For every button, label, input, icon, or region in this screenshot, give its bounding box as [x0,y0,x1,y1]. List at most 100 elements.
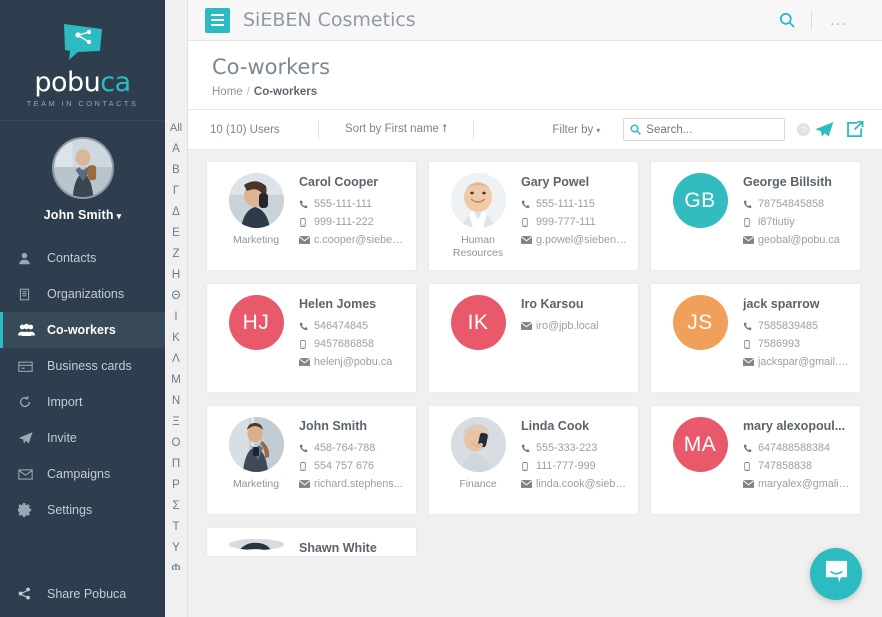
card-details: Linda Cook 555-333-223 111-777-999 linda… [514,417,628,514]
user-profile[interactable]: John Smith ▾ [0,120,165,236]
alphabet-item[interactable]: T [172,517,179,538]
sidebar-item-business-cards[interactable]: Business cards [0,348,165,384]
avatar-initials: IK [467,310,489,334]
search-box[interactable] [623,118,786,141]
alphabet-item[interactable]: Λ [172,349,180,370]
alphabet-item[interactable]: K [172,328,180,349]
card-mobile: i87tiutiy [758,216,795,228]
card-department: Human Resources [452,234,504,259]
sidebar: pobuca TEAM IN CONTACTS John Smith ▾ Con… [0,0,165,617]
alphabet-item[interactable]: Γ [173,181,179,202]
phone-icon [521,444,536,453]
sidebar-item-campaigns[interactable]: Campaigns [0,456,165,492]
table-row[interactable]: GB George Billsith 78754845858 i87tiutiy [650,161,861,271]
avatar [51,137,114,199]
paper-plane-icon [18,431,42,446]
table-row[interactable]: Shawn White [206,527,417,557]
mobile-icon [299,339,314,349]
mobile-icon [743,339,758,349]
card-details: Gary Powel 555-111-115 999-777-111 g.pow… [514,173,628,270]
phone-icon [299,200,314,209]
card-details: Carol Cooper 555-111-111 999-111-222 c.c… [292,173,406,270]
card-mobile-line: i87tiutiy [743,216,850,228]
share-pobuca-button[interactable]: Share Pobuca [0,570,165,617]
table-row[interactable]: HJ Helen Jomes 546474845 9457686858 hele… [206,283,417,393]
ellipsis-icon[interactable]: ... [812,11,865,28]
card-email: linda.cook@siebe... [536,478,628,490]
alphabet-item[interactable]: Ξ [172,412,179,433]
card-name: Linda Cook [521,419,590,433]
card-mobile-line: 999-111-222 [299,216,406,228]
card-name: George Billsith [743,175,832,189]
breadcrumb-current: Co-workers [253,86,318,98]
alphabet-item[interactable]: Φ [171,559,180,570]
card-email: richard.stephens... [314,478,403,490]
sidebar-item-settings[interactable]: Settings [0,492,165,528]
alphabet-item[interactable]: Δ [172,202,180,223]
hamburger-icon[interactable] [205,7,230,33]
sidebar-item-label: Campaigns [47,467,111,481]
alphabet-item[interactable]: O [172,433,181,454]
alphabet-item[interactable]: H [172,265,180,286]
mobile-icon [743,217,758,227]
envelope-icon [743,236,758,244]
profile-name: John Smith ▾ [44,208,122,222]
alphabet-item[interactable]: Z [172,244,179,265]
table-row[interactable]: MA mary alexopoul... 647488588384 747858… [650,405,861,515]
alphabet-item[interactable]: P [172,475,180,496]
phone-icon [299,322,314,331]
alphabet-item[interactable]: I [174,307,177,328]
sort-button[interactable]: Sort by First name ⭡ [319,123,473,136]
alphabet-item[interactable]: N [172,391,180,412]
table-row[interactable]: Finance Linda Cook 555-333-223 111-777-9… [428,405,639,515]
help-icon[interactable]: ? [797,123,811,136]
sidebar-item-invite[interactable]: Invite [0,420,165,456]
filter-button[interactable]: Filter by ▾ [474,124,600,136]
paper-plane-icon[interactable] [814,120,834,140]
table-row[interactable]: Human Resources Gary Powel 555-111-115 9… [428,161,639,271]
avatar: HJ [228,295,284,350]
search-icon[interactable] [763,12,811,28]
card-mobile-line: 747858838 [743,460,850,472]
sidebar-item-import[interactable]: Import [0,384,165,420]
sidebar-item-organizations[interactable]: Organizations [0,276,165,312]
alphabet-item[interactable]: Y [172,538,180,559]
alphabet-item[interactable]: E [172,223,180,244]
alphabet-item[interactable]: Θ [172,286,181,307]
chat-launcher-button[interactable] [810,548,862,600]
search-input[interactable] [646,123,779,136]
brand-word-1: pobu [34,66,101,98]
mobile-icon [743,461,758,471]
alphabet-item[interactable]: Π [172,454,180,475]
table-row[interactable]: Marketing Carol Cooper 555-111-111 999-1… [206,161,417,271]
mobile-icon [521,461,536,471]
alphabet-item-all[interactable]: All [170,118,182,139]
table-row[interactable]: JS jack sparrow 7585839485 7586993 jacks… [650,283,861,393]
card-phone-line: 555-111-111 [299,198,406,210]
table-row[interactable]: IK Iro Karsou iro@jpb.local [428,283,639,393]
avatar-initials: HJ [242,310,270,334]
card-phone-line: 7585839485 [743,320,850,332]
page-title: Co-workers [212,55,331,79]
gear-icon [18,503,42,517]
table-row[interactable]: Marketing John Smith 458-764-788 554 757… [206,405,417,515]
sort-label: Sort by First name [345,123,439,135]
sort-ascending-icon: ⭡ [441,123,448,135]
envelope-icon [18,468,42,481]
co-workers-grid-wrapper: Marketing Carol Cooper 555-111-111 999-1… [188,150,882,617]
envelope-icon [299,480,314,488]
alphabet-item[interactable]: Σ [172,496,179,517]
breadcrumb-home[interactable]: Home [212,86,243,98]
card-email: g.powel@siebenc... [536,234,628,246]
sidebar-item-label: Settings [47,503,93,517]
card-email-line: c.cooper@sieben... [299,234,406,246]
sidebar-item-co-workers[interactable]: Co-workers [0,312,165,348]
export-icon[interactable] [845,120,864,139]
alphabet-item[interactable]: A [172,139,180,160]
envelope-icon [743,358,758,366]
alphabet-item[interactable]: M [171,370,181,391]
envelope-icon [521,236,536,244]
alphabet-item[interactable]: B [172,160,180,181]
sidebar-item-contacts[interactable]: Contacts [0,240,165,276]
card-mobile-line: 999-777-111 [521,216,628,228]
